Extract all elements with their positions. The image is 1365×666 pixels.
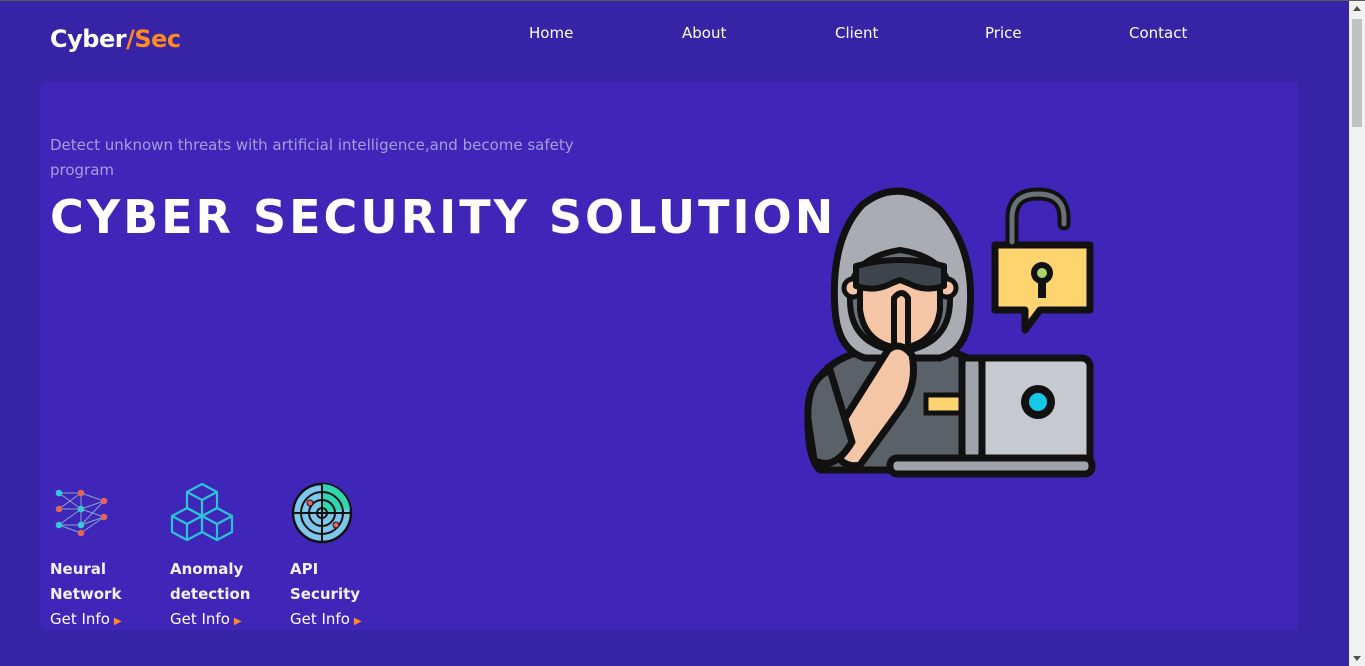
scroll-down-arrow-icon[interactable] — [1353, 656, 1361, 661]
neural-network-icon — [55, 489, 108, 537]
radar-icon — [291, 482, 353, 544]
scrollbar-thumb[interactable] — [1352, 19, 1362, 127]
window-top-border — [0, 0, 1365, 1]
get-info-link-anomaly-detection[interactable]: Get Info ▶ — [170, 607, 280, 634]
nav-home[interactable]: Home — [529, 24, 573, 42]
arrow-right-icon: ▶ — [233, 616, 242, 627]
arrow-right-icon: ▶ — [113, 616, 122, 627]
feature-anomaly-detection: Anomaly detection Get Info ▶ — [170, 481, 280, 634]
cubes-icon — [170, 482, 234, 542]
feature-label: Neural Network — [50, 560, 122, 603]
feature-label: Anomaly detection — [170, 560, 251, 603]
nav-about[interactable]: About — [682, 24, 726, 42]
hero-title: CYBER SECURITY SOLUTION — [50, 190, 837, 244]
feature-api-security: API Security Get Info ▶ — [290, 481, 400, 634]
scroll-up-arrow-icon[interactable] — [1353, 6, 1361, 11]
feature-label: API Security — [290, 560, 361, 603]
main-nav: Home About Client Price Contact — [0, 24, 1349, 46]
nav-contact[interactable]: Contact — [1129, 24, 1187, 42]
hacker-laptop-illustration — [804, 187, 1096, 478]
hero-subtitle: Detect unknown threats with artificial i… — [50, 136, 574, 179]
feature-neural-network: Neural Network Get Info ▶ — [50, 481, 160, 634]
nav-price[interactable]: Price — [985, 24, 1022, 42]
get-info-link-api-security[interactable]: Get Info ▶ — [290, 607, 400, 634]
nav-client[interactable]: Client — [835, 24, 878, 42]
arrow-right-icon: ▶ — [353, 616, 362, 627]
get-info-link-neural-network[interactable]: Get Info ▶ — [50, 607, 160, 634]
scrollbar[interactable] — [1349, 1, 1365, 666]
